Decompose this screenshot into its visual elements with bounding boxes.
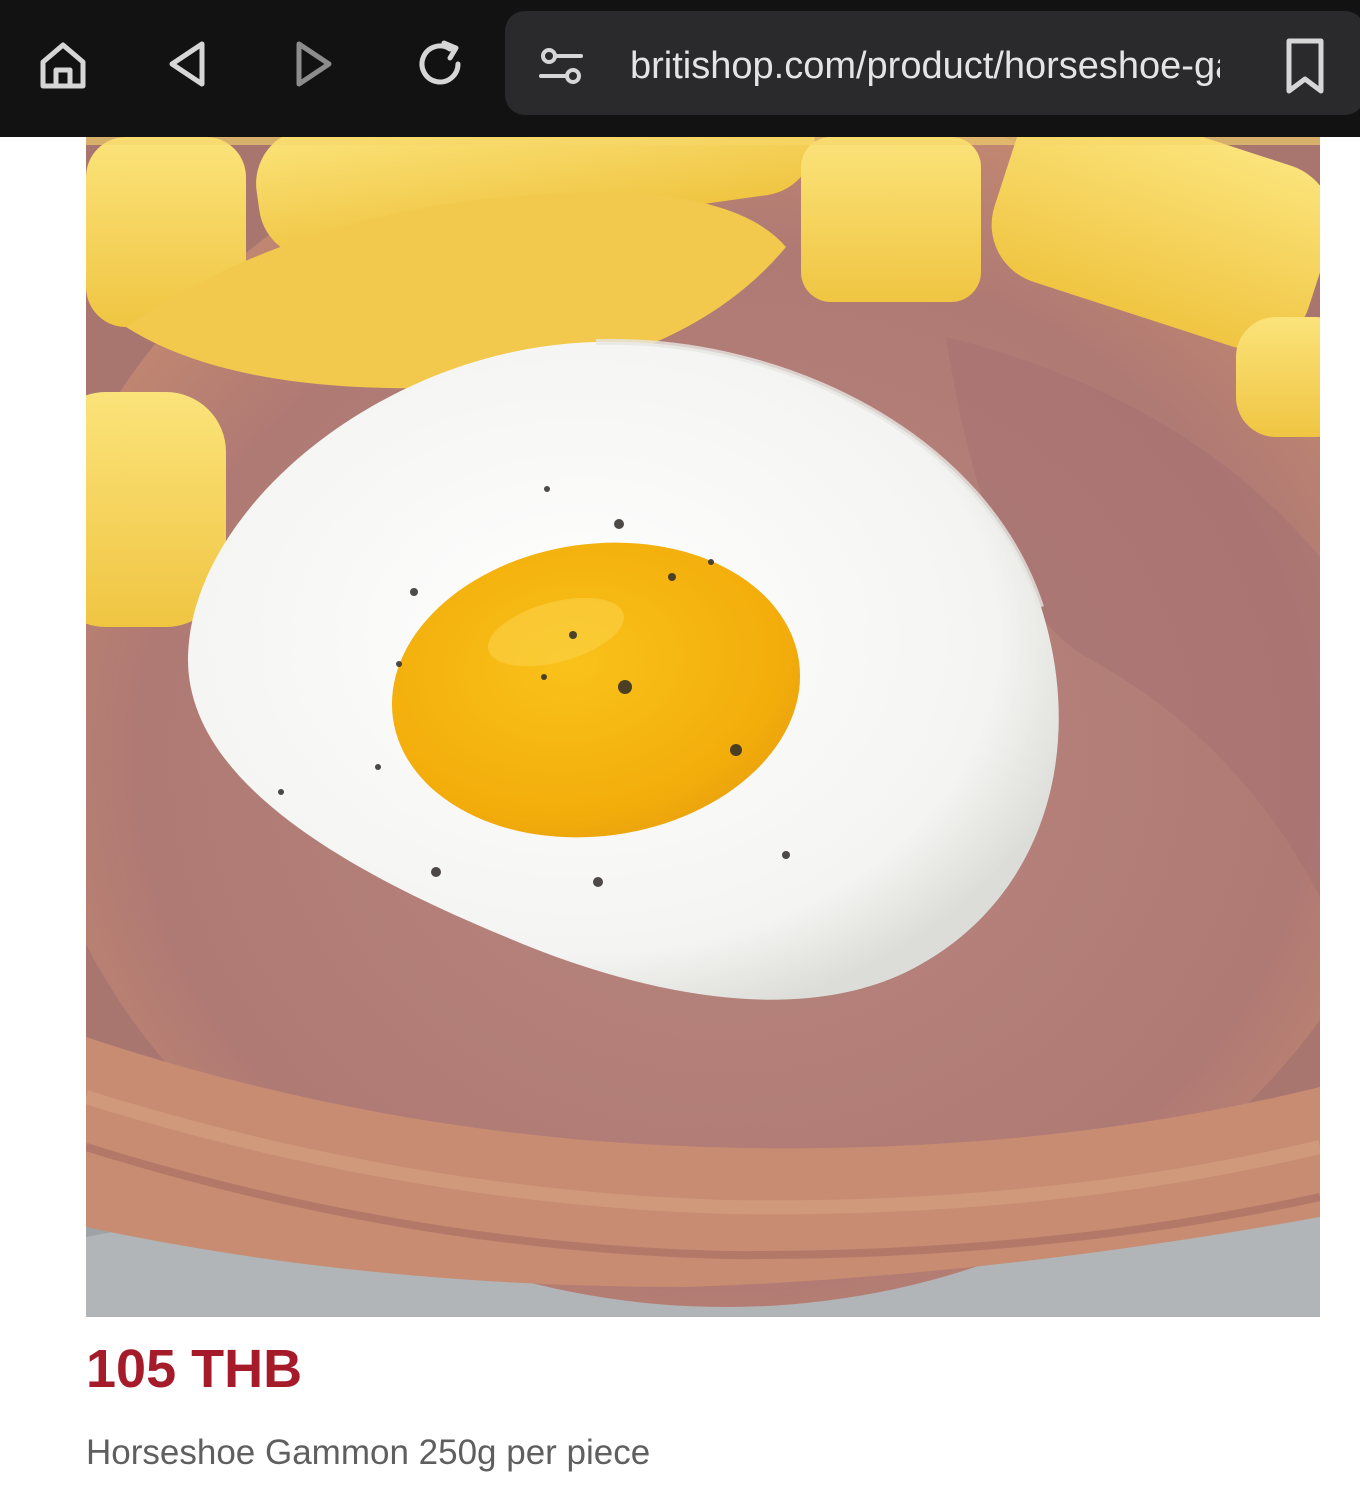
product-name[interactable]: Horseshoe Gammon 250g per piece [86,1428,650,1478]
back-arrow-icon [160,36,216,92]
bookmark-icon[interactable] [1277,35,1333,97]
site-settings-icon[interactable] [533,39,589,95]
reload-button[interactable] [404,28,476,100]
home-button[interactable] [27,28,99,100]
reload-icon [412,36,468,92]
address-bar[interactable]: britishop.com/product/horseshoe-gammon [505,11,1360,115]
back-button[interactable] [152,28,224,100]
url-text[interactable]: britishop.com/product/horseshoe-gammon [630,41,1220,91]
forward-arrow-icon [285,36,341,92]
home-icon [35,36,91,92]
browser-toolbar: britishop.com/product/horseshoe-gammon [0,0,1360,137]
forward-button[interactable] [277,28,349,100]
product-price: 105 THB [86,1339,303,1399]
product-image[interactable] [86,137,1320,1317]
